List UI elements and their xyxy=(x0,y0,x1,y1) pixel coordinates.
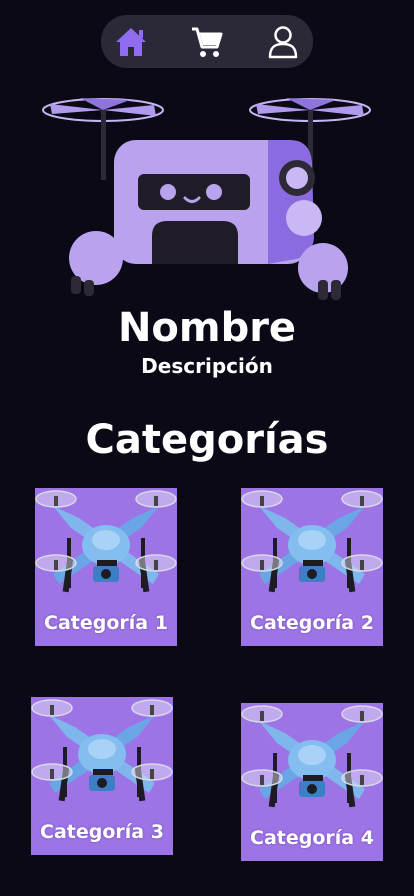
profile-name: Nombre xyxy=(117,305,297,351)
categories-title: Categorías xyxy=(85,417,329,463)
category-card-4[interactable]: Categoría 4 xyxy=(241,703,383,861)
category-label: Categoría 3 xyxy=(40,821,164,843)
profile-description: Descripción xyxy=(141,354,273,378)
category-label: Categoría 4 xyxy=(250,827,374,849)
category-label: Categoría 2 xyxy=(250,612,374,634)
category-label: Categoría 1 xyxy=(44,612,168,634)
robot-drone-illustration xyxy=(42,98,371,300)
nav-cart-button[interactable] xyxy=(188,23,226,61)
cart-icon xyxy=(192,27,223,57)
nav-home-button[interactable] xyxy=(112,23,150,61)
top-navbar xyxy=(101,15,313,68)
user-icon xyxy=(268,26,298,59)
nav-profile-button[interactable] xyxy=(264,23,302,61)
category-card-3[interactable]: Categoría 3 xyxy=(31,697,173,855)
category-card-2[interactable]: Categoría 2 xyxy=(241,488,383,646)
home-icon xyxy=(116,28,146,56)
category-card-1[interactable]: Categoría 1 xyxy=(35,488,177,646)
